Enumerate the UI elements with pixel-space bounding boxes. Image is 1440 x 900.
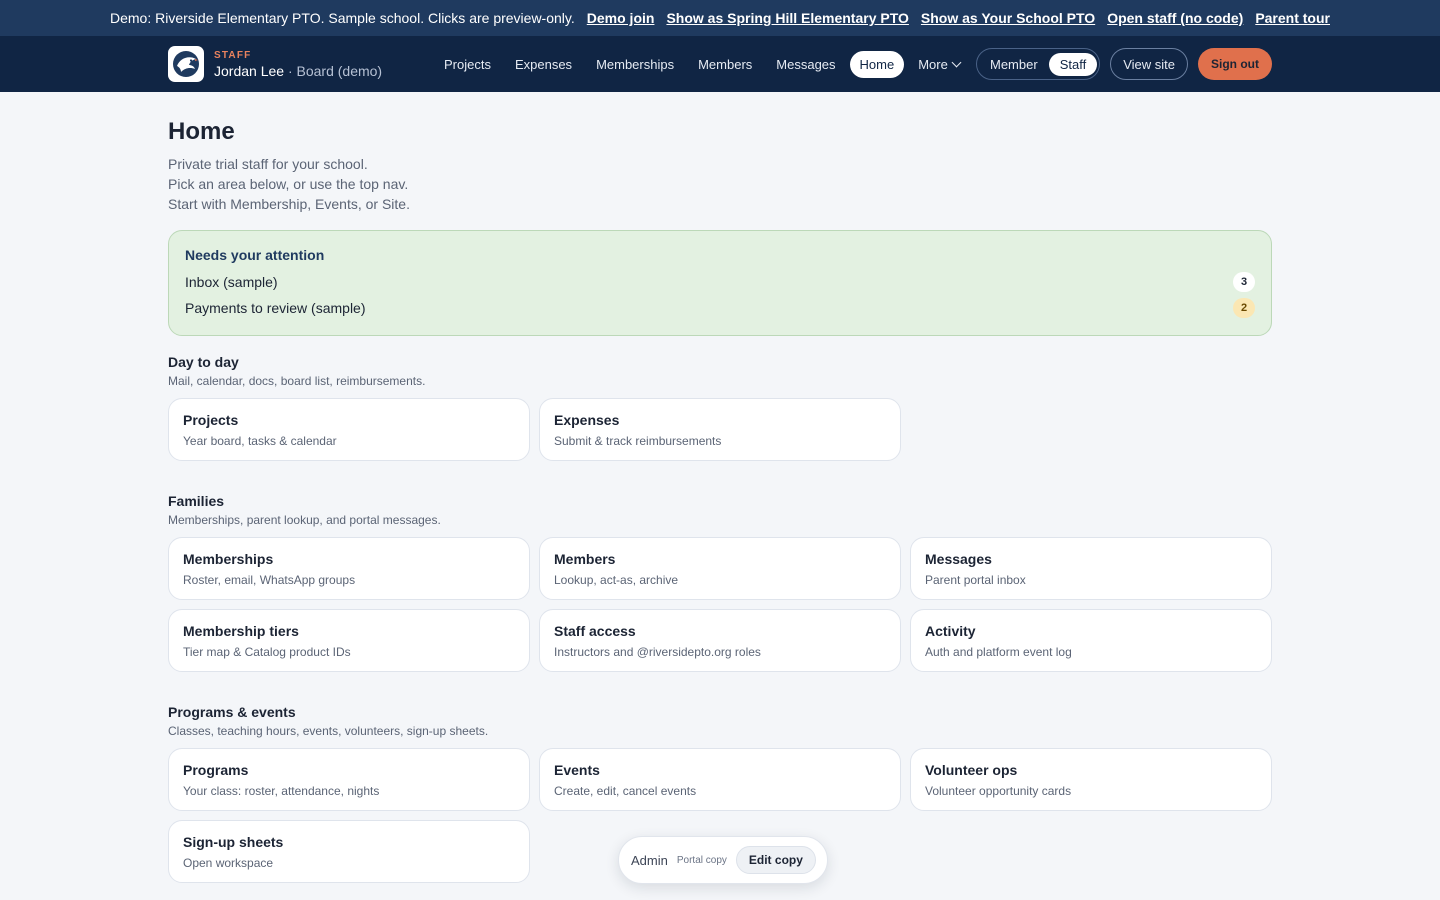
sign-out-button[interactable]: Sign out [1198,48,1272,80]
card-title: Events [554,762,600,778]
attention-panel: Needs your attention Inbox (sample) 3 Pa… [168,230,1272,336]
section-title: Programs & events [168,704,296,720]
show-spring-hill-link[interactable]: Show as Spring Hill Elementary PTO [666,10,908,26]
staff-role-label: STAFF [214,49,252,61]
card-memberships[interactable]: Memberships Roster, email, WhatsApp grou… [168,537,530,600]
intro-line: Private trial staff for your school. [168,156,368,172]
nav-memberships[interactable]: Memberships [586,51,684,78]
card-expenses[interactable]: Expenses Submit & track reimbursements [539,398,901,461]
user-role: · Board (demo) [284,62,383,79]
portal-copy-label: Portal copy [676,854,727,866]
show-your-school-link[interactable]: Show as Your School PTO [921,10,1095,26]
count-badge: 3 [1233,272,1255,292]
card-title: Members [554,551,616,567]
card-messages[interactable]: Messages Parent portal inbox [910,537,1272,600]
card-volunteer-ops[interactable]: Volunteer ops Volunteer opportunity card… [910,748,1272,811]
nav-actions: Member Staff View site Sign out [976,48,1272,80]
main-nav: Projects Expenses Memberships Members Me… [434,36,970,92]
brand[interactable]: STAFF Jordan Lee · Board (demo) [168,46,382,82]
card-programs[interactable]: Programs Your class: roster, attendance,… [168,748,530,811]
attention-item-label: Payments to review (sample) [185,300,366,316]
nav-more-label: More [918,56,948,72]
card-title: Projects [183,412,239,428]
edit-copy-button[interactable]: Edit copy [735,846,816,874]
card-subtitle: Create, edit, cancel events [554,784,697,798]
parent-tour-link[interactable]: Parent tour [1255,10,1330,26]
card-title: Programs [183,762,249,778]
open-staff-link[interactable]: Open staff (no code) [1107,10,1243,26]
card-events[interactable]: Events Create, edit, cancel events [539,748,901,811]
view-site-button[interactable]: View site [1110,48,1188,80]
section-subtitle: Memberships, parent lookup, and portal m… [168,513,441,527]
eagle-logo-icon [168,46,204,82]
page-title: Home [168,118,235,145]
card-subtitle: Roster, email, WhatsApp groups [183,573,356,587]
card-subtitle: Instructors and @riversidepto.org roles [554,645,761,659]
card-title: Staff access [554,623,636,639]
nav-home[interactable]: Home [849,50,905,78]
nav-projects[interactable]: Projects [434,51,501,78]
user-identity: Jordan Lee · Board (demo) [214,63,382,79]
nav-messages[interactable]: Messages [766,51,845,78]
demo-banner: Demo: Riverside Elementary PTO. Sample s… [0,0,1440,36]
demo-banner-message: Demo: Riverside Elementary PTO. Sample s… [110,10,575,26]
admin-copy-pill: Admin Portal copy Edit copy [618,836,828,884]
nav-expenses[interactable]: Expenses [505,51,582,78]
card-staff-access[interactable]: Staff access Instructors and @riversidep… [539,609,901,672]
card-subtitle: Submit & track reimbursements [554,434,722,448]
card-title: Expenses [554,412,620,428]
mode-toggle: Member Staff [976,48,1101,80]
section-day-to-day: Day to day Mail, calendar, docs, board l… [168,354,1272,461]
card-subtitle: Volunteer opportunity cards [925,784,1072,798]
attention-item-label: Inbox (sample) [185,274,278,290]
card-projects[interactable]: Projects Year board, tasks & calendar [168,398,530,461]
card-title: Volunteer ops [925,762,1018,778]
section-families: Families Memberships, parent lookup, and… [168,493,1272,672]
user-name: Jordan Lee [214,62,285,79]
mode-member-option[interactable]: Member [979,53,1049,76]
intro-line: Pick an area below, or use the top nav. [168,176,409,192]
attention-item-inbox[interactable]: Inbox (sample) 3 [185,269,1255,295]
card-activity[interactable]: Activity Auth and platform event log [910,609,1272,672]
section-subtitle: Mail, calendar, docs, board list, reimbu… [168,374,426,388]
card-title: Memberships [183,551,274,567]
section-title: Day to day [168,354,239,370]
card-subtitle: Tier map & Catalog product IDs [183,645,351,659]
mode-staff-option[interactable]: Staff [1048,52,1098,76]
demo-join-link[interactable]: Demo join [587,10,655,26]
intro-line: Start with Membership, Events, or Site. [168,196,410,212]
card-subtitle: Lookup, act-as, archive [554,573,679,587]
page-intro: Private trial staff for your school. Pic… [168,154,1272,214]
card-subtitle: Open workspace [183,856,274,870]
count-badge: 2 [1233,298,1255,318]
card-subtitle: Parent portal inbox [925,573,1026,587]
card-title: Membership tiers [183,623,299,639]
card-subtitle: Year board, tasks & calendar [183,434,337,448]
section-subtitle: Classes, teaching hours, events, volunte… [168,724,489,738]
card-subtitle: Your class: roster, attendance, nights [183,784,380,798]
attention-item-payments[interactable]: Payments to review (sample) 2 [185,295,1255,321]
card-members[interactable]: Members Lookup, act-as, archive [539,537,901,600]
main-content: Home Private trial staff for your school… [168,92,1272,883]
card-title: Activity [925,623,976,639]
chevron-down-icon [951,57,962,67]
card-membership-tiers[interactable]: Membership tiers Tier map & Catalog prod… [168,609,530,672]
nav-members[interactable]: Members [688,51,762,78]
admin-label: Admin [631,852,668,868]
card-subtitle: Auth and platform event log [925,645,1072,659]
top-nav: STAFF Jordan Lee · Board (demo) Projects… [0,36,1440,92]
nav-more-dropdown[interactable]: More [908,51,970,78]
card-title: Messages [925,551,992,567]
section-title: Families [168,493,225,509]
attention-title: Needs your attention [185,247,325,263]
card-signup-sheets[interactable]: Sign-up sheets Open workspace [168,820,530,883]
card-title: Sign-up sheets [183,834,284,850]
